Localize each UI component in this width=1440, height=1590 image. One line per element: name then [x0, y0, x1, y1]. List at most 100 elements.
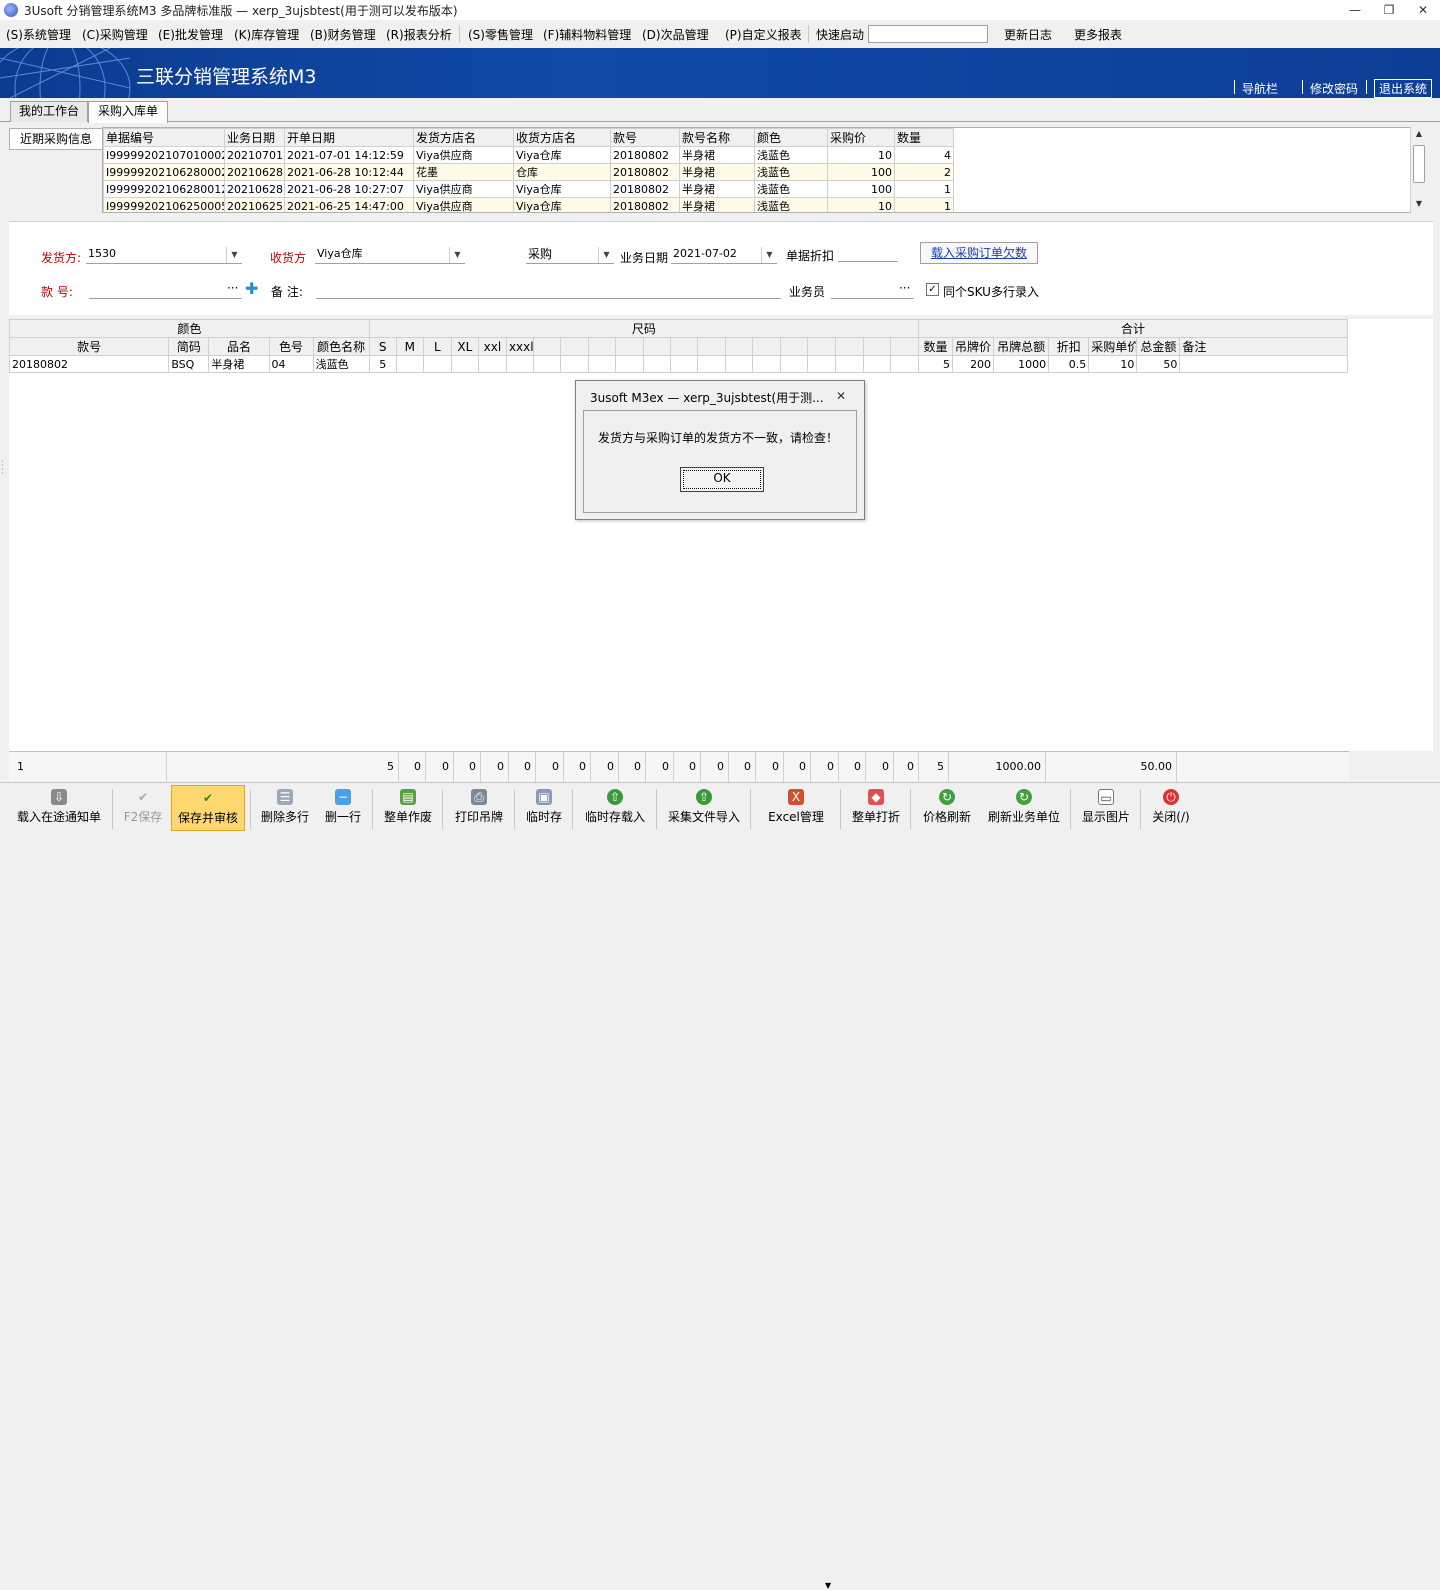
- cell[interactable]: 04: [268, 355, 314, 373]
- scroll-thumb[interactable]: [1413, 145, 1425, 183]
- size-col-header[interactable]: [643, 337, 672, 356]
- col-header[interactable]: 款号: [610, 128, 680, 147]
- tab-workbench[interactable]: 我的工作台: [10, 101, 88, 122]
- size-col-header[interactable]: xxl: [477, 337, 507, 356]
- splitter-grip[interactable]: · · · ·: [1, 458, 4, 478]
- menu-reports[interactable]: (R)报表分析: [386, 26, 452, 43]
- col-header[interactable]: 单据编号: [103, 128, 225, 147]
- size-cell[interactable]: [780, 355, 809, 373]
- size-col-header[interactable]: [615, 337, 645, 356]
- import-collection-file-button[interactable]: ⇧ 采集文件导入: [662, 785, 746, 831]
- load-temp-save-button[interactable]: ⇧ 临时存载入: [578, 785, 652, 831]
- size-col-header[interactable]: XL: [450, 337, 479, 356]
- f2-save-button[interactable]: ✔ F2保存: [118, 785, 168, 831]
- refresh-prices-button[interactable]: ↻ 价格刷新: [916, 785, 978, 831]
- col-header[interactable]: 采购单价: [1088, 337, 1138, 356]
- size-cell[interactable]: [395, 355, 424, 373]
- menu-purchase[interactable]: (C)采购管理: [82, 26, 148, 43]
- change-password-link[interactable]: 修改密码: [1310, 80, 1358, 97]
- clerk-lookup-icon[interactable]: ···: [899, 281, 910, 295]
- size-col-header[interactable]: [670, 337, 699, 356]
- print-tags-button[interactable]: ⎙ 打印吊牌: [448, 785, 510, 831]
- size-col-header[interactable]: xxxl: [505, 337, 535, 356]
- recent-grid-scrollbar[interactable]: ▲ ▼: [1410, 127, 1426, 213]
- excel-dropdown-icon[interactable]: ▼: [825, 1581, 831, 1590]
- load-transit-notice-button[interactable]: ⇩ 载入在途通知单: [10, 785, 108, 831]
- col-header[interactable]: 发货方店名: [413, 128, 514, 147]
- cell[interactable]: 1000: [993, 355, 1050, 373]
- cell[interactable]: 5: [917, 355, 953, 373]
- update-log-link[interactable]: 更新日志: [1004, 26, 1052, 43]
- cell[interactable]: 50: [1136, 355, 1181, 373]
- col-header[interactable]: 颜色: [754, 128, 828, 147]
- cell[interactable]: BSQ: [168, 355, 210, 373]
- size-col-header[interactable]: S: [368, 337, 397, 356]
- menu-finance[interactable]: (B)财务管理: [310, 26, 376, 43]
- delete-row-button[interactable]: − 删一行: [318, 785, 368, 831]
- size-cell[interactable]: [725, 355, 754, 373]
- col-header[interactable]: 折扣: [1048, 337, 1090, 356]
- void-document-button[interactable]: ▤ 整单作废: [378, 785, 438, 831]
- menu-materials[interactable]: (F)辅料物料管理: [543, 26, 631, 43]
- close-window-button[interactable]: ✕: [1406, 0, 1440, 20]
- ok-button[interactable]: OK: [680, 467, 764, 492]
- receiver-dropdown-icon[interactable]: ▼: [449, 247, 465, 263]
- recent-purchase-tab[interactable]: 近期采购信息: [9, 128, 102, 150]
- style-no-field[interactable]: [89, 281, 242, 299]
- size-cell[interactable]: [807, 355, 836, 373]
- col-header[interactable]: 款号: [8, 337, 170, 356]
- size-cell[interactable]: [697, 355, 727, 373]
- save-and-approve-button[interactable]: ✔ 保存并审核: [171, 785, 245, 831]
- excel-manage-button[interactable]: X Excel管理: [756, 785, 836, 831]
- multi-sku-checkbox[interactable]: ✓: [926, 283, 939, 296]
- menu-system[interactable]: (S)系统管理: [6, 26, 71, 43]
- size-cell[interactable]: [477, 355, 507, 373]
- refresh-business-units-button[interactable]: ↻ 刷新业务单位: [982, 785, 1066, 831]
- cell[interactable]: 200: [951, 355, 995, 373]
- menu-retail[interactable]: (S)零售管理: [468, 26, 533, 43]
- style-lookup-icon[interactable]: ···: [227, 281, 238, 295]
- scroll-down-icon[interactable]: ▼: [1411, 199, 1427, 208]
- col-header[interactable]: 品名: [208, 337, 270, 356]
- table-row[interactable]: I99999202106250005 20210625 2021-06-25 1…: [103, 197, 954, 212]
- size-col-header[interactable]: [560, 337, 590, 356]
- table-row[interactable]: 20180802 BSQ 半身裙 04 浅蓝色 5 5 200 1000 0.5…: [8, 355, 1348, 373]
- size-col-header[interactable]: [834, 337, 864, 356]
- size-col-header[interactable]: [752, 337, 782, 356]
- col-header[interactable]: 开单日期: [284, 128, 414, 147]
- table-row[interactable]: I99999202107010002 20210701 2021-07-01 1…: [103, 146, 954, 164]
- size-cell[interactable]: [643, 355, 672, 373]
- quick-launch-input[interactable]: [868, 25, 988, 43]
- size-col-header[interactable]: M: [395, 337, 424, 356]
- type-dropdown-icon[interactable]: ▼: [598, 247, 614, 263]
- col-header[interactable]: 吊牌总额: [993, 337, 1050, 356]
- size-cell[interactable]: [862, 355, 891, 373]
- col-header[interactable]: 数量: [894, 128, 954, 147]
- doc-discount-button[interactable]: ◆ 整单打折: [846, 785, 906, 831]
- size-cell[interactable]: [422, 355, 452, 373]
- size-cell[interactable]: [588, 355, 617, 373]
- menu-wholesale[interactable]: (E)批发管理: [158, 26, 223, 43]
- size-cell[interactable]: [670, 355, 699, 373]
- dialog-close-icon[interactable]: ✕: [836, 389, 846, 403]
- col-header[interactable]: 简码: [168, 337, 210, 356]
- size-col-header[interactable]: [532, 337, 562, 356]
- menu-inventory[interactable]: (K)库存管理: [234, 26, 299, 43]
- col-header[interactable]: 收货方店名: [513, 128, 611, 147]
- temp-save-button[interactable]: ▣ 临时存: [520, 785, 568, 831]
- cell[interactable]: 0.5: [1048, 355, 1090, 373]
- cell[interactable]: 20180802: [8, 355, 170, 373]
- col-header[interactable]: 色号: [268, 337, 314, 356]
- cell[interactable]: 10: [1088, 355, 1138, 373]
- size-cell[interactable]: [889, 355, 919, 373]
- nav-bar-link[interactable]: 导航栏: [1242, 80, 1278, 97]
- size-col-header[interactable]: [807, 337, 836, 356]
- load-po-balance-button[interactable]: 载入采购订单欠数: [920, 242, 1038, 264]
- size-col-header[interactable]: [697, 337, 727, 356]
- col-header[interactable]: 业务日期: [224, 128, 285, 147]
- size-col-header[interactable]: [780, 337, 809, 356]
- col-header[interactable]: 备注: [1179, 337, 1348, 356]
- col-header[interactable]: 采购价: [827, 128, 895, 147]
- cell[interactable]: [1179, 355, 1348, 373]
- size-col-header[interactable]: [588, 337, 617, 356]
